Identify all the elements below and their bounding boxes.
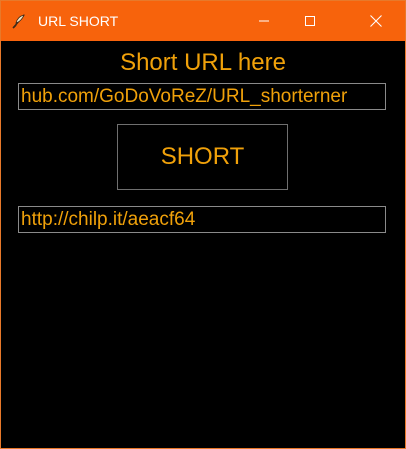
minimize-button[interactable] [241,1,287,41]
minimize-icon [259,20,269,22]
client-area: Short URL here hub.com/GoDoVoReZ/URL_sho… [1,41,405,448]
short-url-output[interactable]: http://chilp.it/aeacf64 [18,206,386,233]
title-bar[interactable]: URL SHORT [1,1,405,41]
window-title: URL SHORT [38,13,119,29]
app-window: URL SHORT Short URL here hub.com/GoDoVoR… [0,0,406,449]
maximize-icon [305,16,315,26]
page-heading: Short URL here [120,49,286,76]
url-input-text: hub.com/GoDoVoReZ/URL_shorterner [21,86,348,107]
short-button[interactable]: SHORT [117,124,288,190]
close-button[interactable] [347,1,405,41]
url-input[interactable]: hub.com/GoDoVoReZ/URL_shorterner [18,83,386,110]
maximize-button[interactable] [287,1,333,41]
feather-quill-icon [11,12,29,30]
close-icon [370,15,382,27]
